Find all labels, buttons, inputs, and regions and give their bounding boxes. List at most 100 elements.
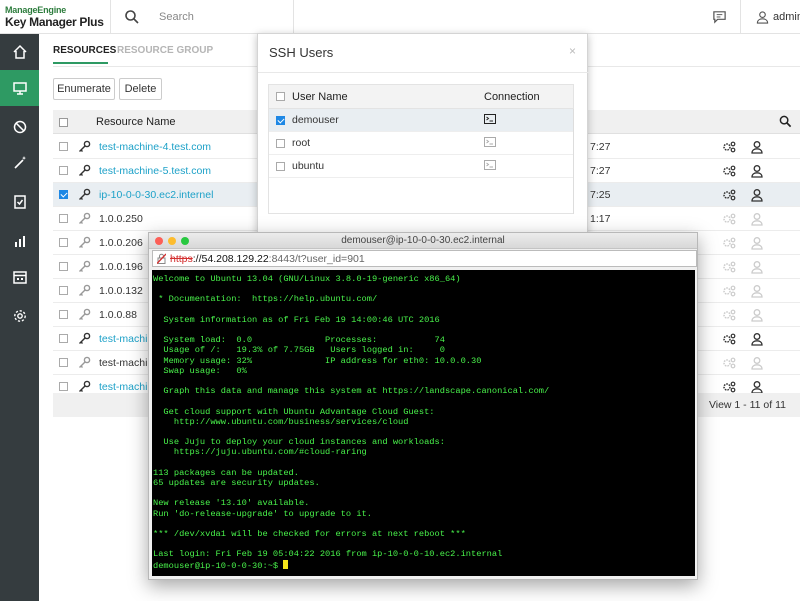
scrollbar[interactable] [573, 109, 574, 214]
ssh-user-row[interactable]: ubuntu [269, 155, 573, 178]
users-icon[interactable] [750, 164, 764, 178]
row-checkbox[interactable] [59, 166, 68, 175]
row-checkbox[interactable] [59, 310, 68, 319]
address-bar[interactable]: https://54.208.129.22:8443/t?user_id=901 [152, 250, 697, 267]
url-host: ://54.208.129.22 [192, 253, 269, 265]
user-icon[interactable] [756, 10, 769, 24]
bar-chart-icon [14, 236, 25, 247]
manage-keys-icon[interactable] [722, 308, 736, 322]
users-icon[interactable] [750, 284, 764, 298]
manage-keys-icon[interactable] [722, 212, 736, 226]
resource-name[interactable]: test-machin [99, 333, 153, 345]
console-line: Welcome to Ubuntu 13.04 (GNU/Linux 3.8.0… [153, 274, 461, 284]
manage-keys-icon[interactable] [722, 380, 736, 394]
select-all-checkbox[interactable] [59, 118, 68, 127]
select-all-users-checkbox[interactable] [276, 92, 285, 101]
console-prompt-line[interactable]: demouser@ip-10-0-0-30:~$ [153, 559, 694, 571]
tab-resource-group[interactable]: RESOURCE GROUP [117, 45, 213, 56]
row-checkbox[interactable] [59, 190, 68, 199]
sidebar-item-reports[interactable] [0, 223, 39, 259]
users-icon[interactable] [750, 356, 764, 370]
user-checkbox[interactable] [276, 162, 285, 171]
sidebar-item-audit[interactable] [0, 184, 39, 220]
console-line: http://www.ubuntu.com/business/services/… [153, 416, 409, 427]
brand-logo[interactable]: ManageEngine Key Manager Plus [0, 0, 110, 34]
manage-keys-icon[interactable] [722, 284, 736, 298]
resource-name[interactable]: test-machine-4.test.com [99, 141, 211, 153]
row-checkbox[interactable] [59, 238, 68, 247]
row-checkbox[interactable] [59, 358, 68, 367]
ssh-user-row[interactable]: root [269, 132, 573, 155]
key-icon [79, 284, 91, 296]
insecure-lock-icon [157, 253, 166, 264]
resource-name: 1.0.0.206 [99, 237, 143, 249]
search-icon[interactable] [124, 9, 140, 25]
pagination-info: View 1 - 11 of 11 [708, 399, 786, 411]
users-icon[interactable] [750, 236, 764, 250]
ssh-user-row[interactable]: demouser [269, 109, 573, 132]
users-icon[interactable] [750, 308, 764, 322]
terminal-icon[interactable] [484, 137, 496, 147]
resource-name[interactable]: ip-10-0-0-30.ec2.internel [99, 189, 213, 201]
manage-keys-icon[interactable] [722, 332, 736, 346]
header-divider [110, 0, 111, 34]
row-checkbox[interactable] [59, 214, 68, 223]
row-checkbox[interactable] [59, 262, 68, 271]
dialog-divider [258, 72, 589, 73]
magic-wand-icon [13, 156, 26, 169]
last-updated: 7:27 [590, 141, 611, 153]
users-icon[interactable] [750, 212, 764, 226]
column-resource-name[interactable]: Resource Name [96, 116, 175, 128]
users-icon[interactable] [750, 140, 764, 154]
console-line: Run 'do-release-upgrade' to upgrade to i… [153, 508, 372, 519]
manage-keys-icon[interactable] [722, 260, 736, 274]
checklist-icon [13, 195, 26, 209]
sidebar-item-home[interactable] [0, 34, 39, 70]
table-search-icon[interactable] [779, 115, 792, 128]
sidebar-item-discovery[interactable] [0, 145, 39, 181]
chat-icon[interactable] [712, 9, 727, 24]
users-icon[interactable] [750, 260, 764, 274]
sidebar-item-resources[interactable] [0, 70, 39, 106]
close-icon[interactable]: × [569, 44, 576, 58]
sidebar-item-scheduler[interactable] [0, 259, 39, 295]
user-name[interactable]: admin [773, 11, 800, 23]
text-cursor [283, 559, 289, 569]
key-icon [79, 332, 91, 344]
users-icon[interactable] [750, 380, 764, 394]
manage-keys-icon[interactable] [722, 164, 736, 178]
blocked-icon [13, 120, 26, 134]
manage-keys-icon[interactable] [722, 140, 736, 154]
manage-keys-icon[interactable] [722, 188, 736, 202]
user-checkbox[interactable] [276, 116, 285, 125]
row-checkbox[interactable] [59, 142, 68, 151]
console-line: Usage of /: 19.3% of 7.75GB Users logged… [153, 345, 445, 356]
terminal-console[interactable]: Welcome to Ubuntu 13.04 (GNU/Linux 3.8.0… [152, 270, 695, 576]
resource-name[interactable]: test-machine-5.test.com [99, 165, 211, 177]
row-checkbox[interactable] [59, 286, 68, 295]
tab-resources[interactable]: RESOURCES [53, 45, 116, 56]
sidebar-item-policies[interactable] [0, 109, 39, 145]
sidebar-item-settings[interactable] [0, 298, 39, 334]
users-icon[interactable] [750, 188, 764, 202]
console-line: https://juju.ubuntu.com/#cloud-raring [153, 447, 367, 458]
row-checkbox[interactable] [59, 334, 68, 343]
console-line: 113 packages can be updated. [153, 467, 299, 478]
console-line: * Documentation: https://help.ubuntu.com… [153, 294, 378, 305]
manage-keys-icon[interactable] [722, 236, 736, 250]
users-icon[interactable] [750, 332, 764, 346]
enumerate-button[interactable]: Enumerate [53, 78, 115, 100]
resource-name[interactable]: test-machin [99, 381, 153, 393]
terminal-icon[interactable] [484, 114, 496, 124]
ssh-user-name: root [292, 137, 311, 149]
manage-keys-icon[interactable] [722, 356, 736, 370]
header-divider [293, 0, 294, 34]
row-checkbox[interactable] [59, 382, 68, 391]
terminal-icon[interactable] [484, 160, 496, 170]
ssh-user-name: ubuntu [292, 160, 325, 172]
console-line: New release '13.10' available. [153, 498, 310, 509]
window-titlebar[interactable]: demouser@ip-10-0-0-30.ec2.internal [149, 233, 697, 249]
search-input[interactable]: Search [159, 11, 194, 23]
user-checkbox[interactable] [276, 139, 285, 148]
delete-button[interactable]: Delete [119, 78, 162, 100]
